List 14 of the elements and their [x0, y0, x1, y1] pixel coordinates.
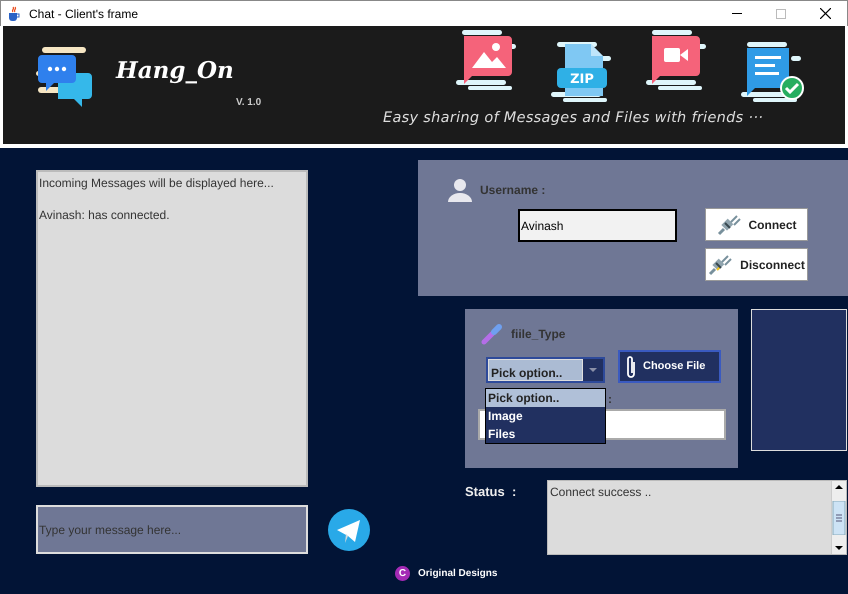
status-text: Connect success .. [549, 484, 652, 501]
message-line: Incoming Messages will be displayed here... [39, 175, 275, 192]
message-line: Avinash: has connected. [39, 207, 171, 224]
username-label: Username : [480, 182, 546, 199]
tagline: Easy sharing of Messages and Files with friends ··· [383, 109, 764, 128]
app-name: Hang_On [116, 56, 235, 86]
footer-text: Original Designs [418, 567, 498, 581]
status-label: Status : [465, 483, 518, 501]
copyright-badge: C [395, 566, 410, 581]
window-title: Chat - Client's frame [29, 6, 138, 22]
file-name-label: : [608, 391, 613, 408]
file-type-label: fiile_Type [511, 326, 566, 343]
version-label: V. 1.0 [236, 96, 262, 110]
zip-label: ZIP [570, 72, 594, 87]
